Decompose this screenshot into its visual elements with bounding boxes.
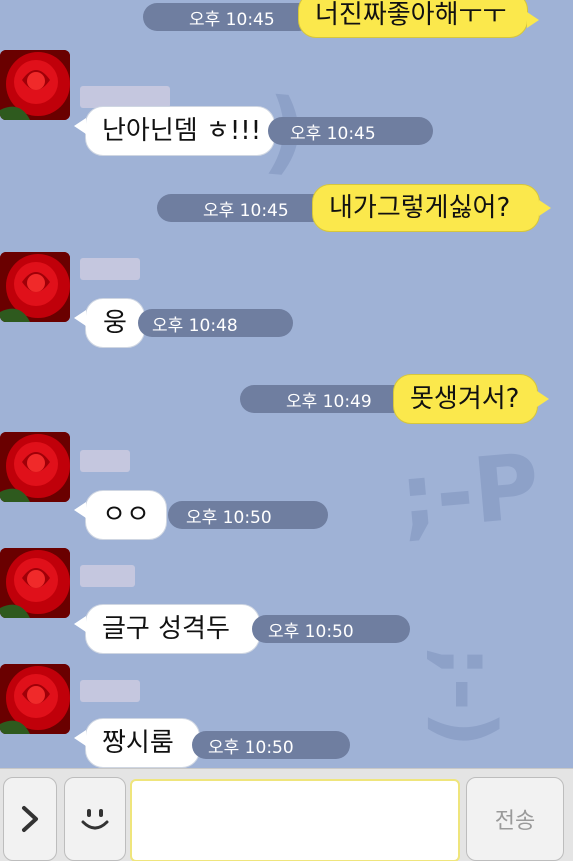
bubble-tail (527, 12, 539, 28)
bubble-tail (74, 616, 86, 632)
send-label: 전송 (494, 809, 536, 834)
sender-name-redacted (80, 680, 140, 702)
timestamp: 오후 10:50 (252, 615, 410, 643)
red-rose-avatar-icon (0, 432, 70, 502)
sender-name-redacted (80, 86, 170, 108)
send-button[interactable]: 전송 (466, 777, 564, 861)
my-message-bubble[interactable]: 너진짜좋아해ㅜㅜ (298, 0, 528, 38)
red-rose-avatar-icon (0, 50, 70, 120)
their-message-bubble[interactable]: 글구 성격두 (85, 604, 260, 654)
input-bar: 전송 (0, 768, 573, 861)
bubble-tail (74, 730, 86, 746)
red-rose-avatar-icon (0, 252, 70, 322)
bubble-tail (74, 502, 86, 518)
my-message-bubble[interactable]: 못생겨서? (393, 374, 538, 424)
sender-name-redacted (80, 450, 130, 472)
chat-app: ;-P ;-) ) 오후 10:45 너진짜좋아해ㅜㅜ 난아닌뎀 ㅎ! (0, 0, 573, 861)
avatar[interactable] (0, 432, 70, 502)
chevron-right-icon (22, 806, 38, 832)
their-message-bubble[interactable]: 짱시룸 (85, 718, 200, 768)
red-rose-avatar-icon (0, 548, 70, 618)
bubble-tail (537, 391, 549, 407)
timestamp: 오후 10:50 (168, 501, 328, 529)
avatar[interactable] (0, 664, 70, 734)
watermark-wink: ;-P (395, 434, 544, 551)
avatar[interactable] (0, 548, 70, 618)
red-rose-avatar-icon (0, 664, 70, 734)
expand-button[interactable] (3, 777, 57, 861)
timestamp: 오후 10:49 (240, 385, 410, 413)
smiley-icon (81, 809, 109, 830)
my-message-bubble[interactable]: 내가그렇게싫어? (312, 184, 540, 232)
watermark-smile: ;-) (419, 645, 513, 748)
emoticon-button[interactable] (64, 777, 126, 861)
sender-name-redacted (80, 258, 140, 280)
sender-name-redacted (80, 565, 135, 587)
avatar[interactable] (0, 50, 70, 120)
their-message-bubble[interactable]: 난아닌뎀 ㅎ!!! (85, 106, 275, 156)
bubble-tail (539, 200, 551, 216)
timestamp: 오후 10:50 (192, 731, 350, 759)
message-input[interactable] (130, 779, 460, 861)
timestamp: 오후 10:45 (157, 194, 327, 222)
timestamp: 오후 10:45 (143, 3, 313, 31)
timestamp: 오후 10:48 (138, 309, 293, 337)
their-message-bubble[interactable]: ㅇㅇ (85, 490, 167, 540)
their-message-bubble[interactable]: 웅 (85, 298, 145, 348)
chat-area[interactable]: ;-P ;-) ) 오후 10:45 너진짜좋아해ㅜㅜ 난아닌뎀 ㅎ! (0, 0, 573, 768)
timestamp: 오후 10:45 (268, 117, 433, 145)
bubble-tail (74, 310, 86, 326)
avatar[interactable] (0, 252, 70, 322)
bubble-tail (74, 118, 86, 134)
